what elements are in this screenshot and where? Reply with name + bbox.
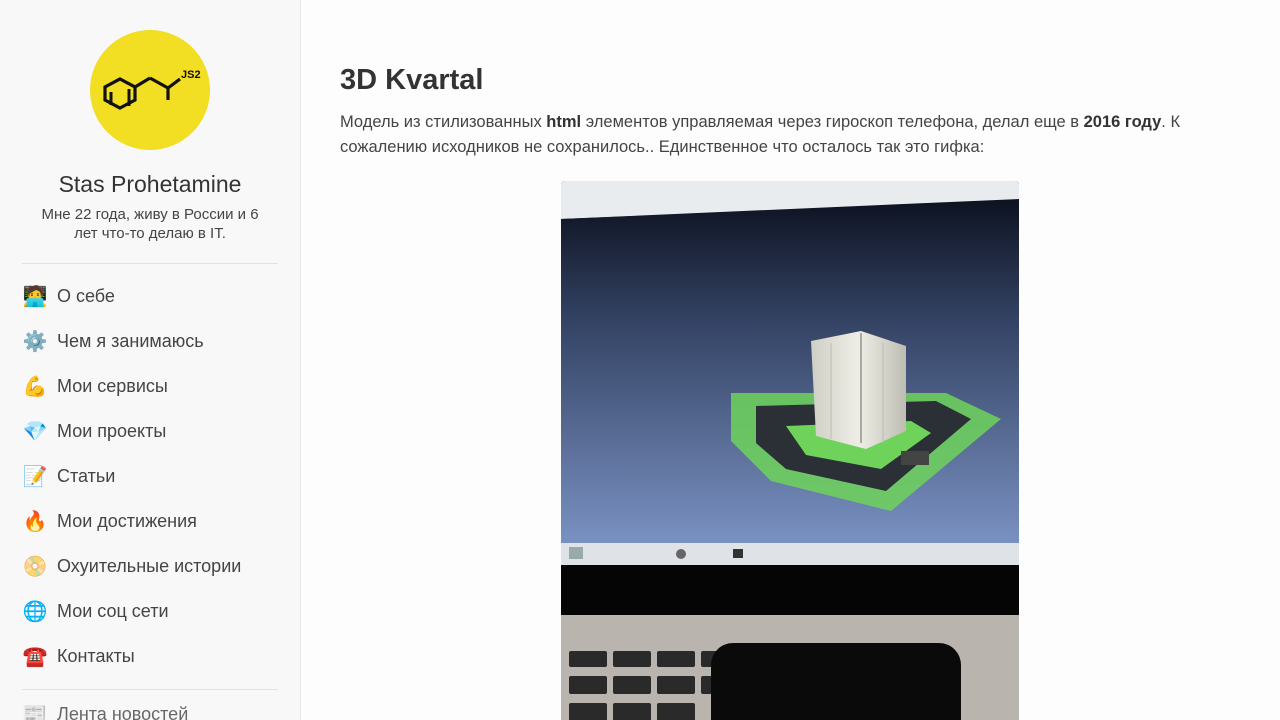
nav-item-what-i-do[interactable]: ⚙️ Чем я занимаюсь [22, 319, 282, 364]
divider [22, 689, 278, 690]
desc-bold: html [546, 113, 582, 131]
nav-item-label: Охуительные истории [57, 556, 242, 576]
article-description: Модель из стилизованных html элементов у… [340, 110, 1230, 160]
desc-bold: 2016 году [1083, 113, 1162, 131]
nav-item-articles[interactable]: 📝 Статьи [22, 454, 282, 499]
sidebar-nav: 🧑‍💻 О себе ⚙️ Чем я занимаюсь 💪 Мои сервисы… [22, 274, 282, 679]
nav-item-achievements[interactable]: 🔥 Мои достижения [22, 499, 282, 544]
fire-icon: 🔥 [22, 510, 48, 533]
article-title: 3D Kvartal [340, 64, 484, 96]
sidebar: JS2 Stas Prohetamine Мне 22 года, живу в… [0, 0, 301, 720]
profile-name: Stas Prohetamine [58, 171, 242, 197]
memo-icon: 📝 [22, 465, 48, 488]
logo[interactable]: JS2 [90, 30, 210, 150]
nav-item-label: Мои достижения [57, 511, 197, 531]
nav-item-label: Статьи [57, 466, 116, 486]
nav-item-projects[interactable]: 💎 Мои проекты [22, 409, 282, 454]
nav-item-label: О себе [57, 286, 115, 306]
nav-item-about[interactable]: 🧑‍💻 О себе [22, 274, 282, 319]
divider [22, 263, 278, 264]
desc-text: элементов управляемая через гироскоп тел… [581, 113, 1084, 131]
main-content: 3D Kvartal Модель из стилизованных html … [340, 0, 1240, 720]
nav-item-label: Мои соц сети [57, 601, 169, 621]
molecule-logo-icon: JS2 [103, 69, 201, 110]
profile-bio: Мне 22 года, живу в России и 6 лет что-т… [41, 206, 259, 242]
laptop-3d-model-image [561, 181, 1019, 720]
nav-item-stories[interactable]: 📀 Охуительные истории [22, 544, 282, 589]
newspaper-icon: 📰 [22, 704, 47, 720]
nav-item-label: Чем я занимаюсь [57, 331, 204, 351]
gem-icon: 💎 [22, 420, 48, 443]
technologist-icon: 🧑‍💻 [22, 285, 48, 308]
globe-icon: 🌐 [22, 600, 48, 623]
desc-text: Модель из стилизованных [340, 113, 547, 131]
nav-item-news[interactable]: 📰 Лента новостей [22, 702, 188, 720]
flexed-biceps-icon: 💪 [22, 375, 48, 398]
nav-item-label: Мои сервисы [57, 376, 168, 396]
logo-text: JS2 [181, 69, 201, 81]
nav-item-label: Мои проекты [57, 421, 167, 441]
nav-item-contacts[interactable]: ☎️ Контакты [22, 634, 282, 679]
dvd-icon: 📀 [22, 555, 48, 578]
nav-item-label: Лента новостей [57, 704, 189, 720]
nav-item-label: Контакты [57, 646, 135, 666]
nav-item-services[interactable]: 💪 Мои сервисы [22, 364, 282, 409]
telephone-icon: ☎️ [22, 645, 48, 668]
nav-item-socials[interactable]: 🌐 Мои соц сети [22, 589, 282, 634]
gear-icon: ⚙️ [22, 330, 48, 353]
project-gif [561, 181, 1019, 720]
